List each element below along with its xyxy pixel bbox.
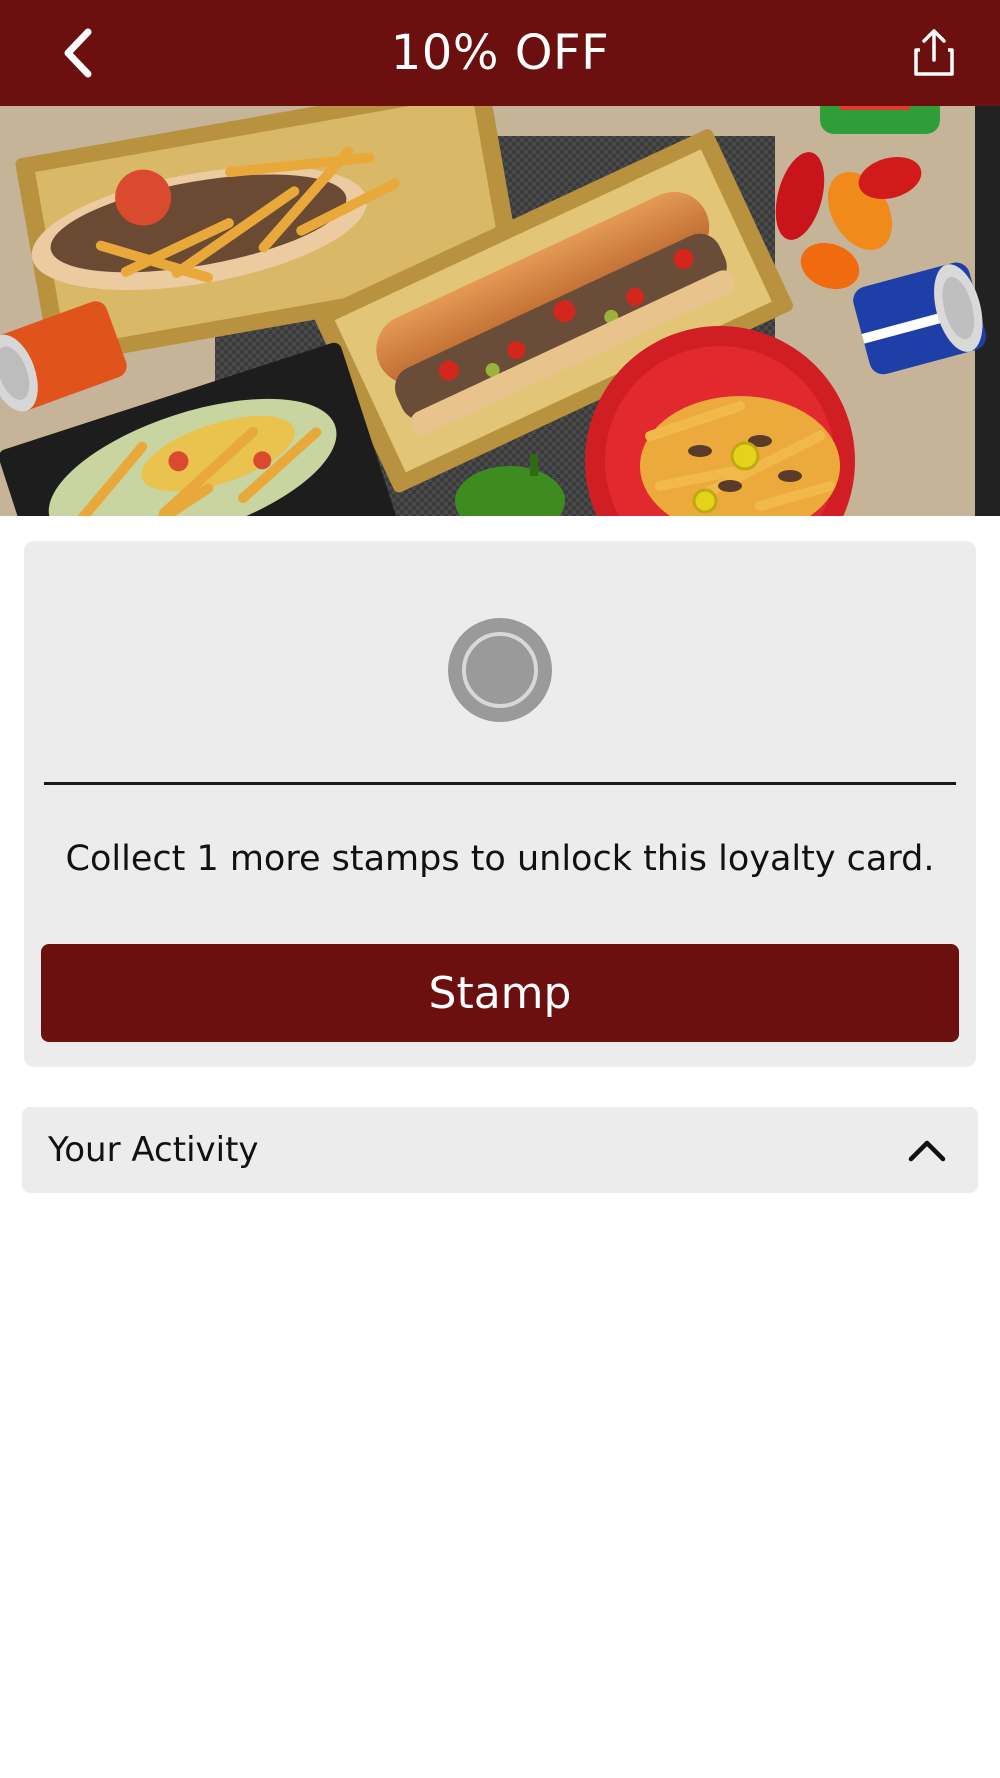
- stamp-button[interactable]: Stamp: [41, 944, 959, 1042]
- food-photo: [0, 106, 1000, 516]
- chevron-left-icon: [64, 28, 92, 78]
- page-title: 10% OFF: [390, 25, 610, 81]
- stamp-slot-1: [448, 618, 552, 722]
- loyalty-message: Collect 1 more stamps to unlock this loy…: [65, 839, 935, 879]
- share-button[interactable]: [904, 24, 964, 82]
- activity-label: Your Activity: [48, 1130, 259, 1170]
- chevron-up-icon: [904, 1129, 950, 1171]
- app-header: 10% OFF: [0, 0, 1000, 106]
- empty-stamp-icon: [462, 632, 538, 708]
- share-icon: [914, 29, 954, 76]
- loyalty-card: Collect 1 more stamps to unlock this loy…: [24, 541, 976, 1067]
- back-button[interactable]: [48, 22, 108, 84]
- card-divider: [44, 782, 956, 785]
- activity-section-header[interactable]: Your Activity: [22, 1107, 978, 1193]
- hero-image: [0, 106, 1000, 516]
